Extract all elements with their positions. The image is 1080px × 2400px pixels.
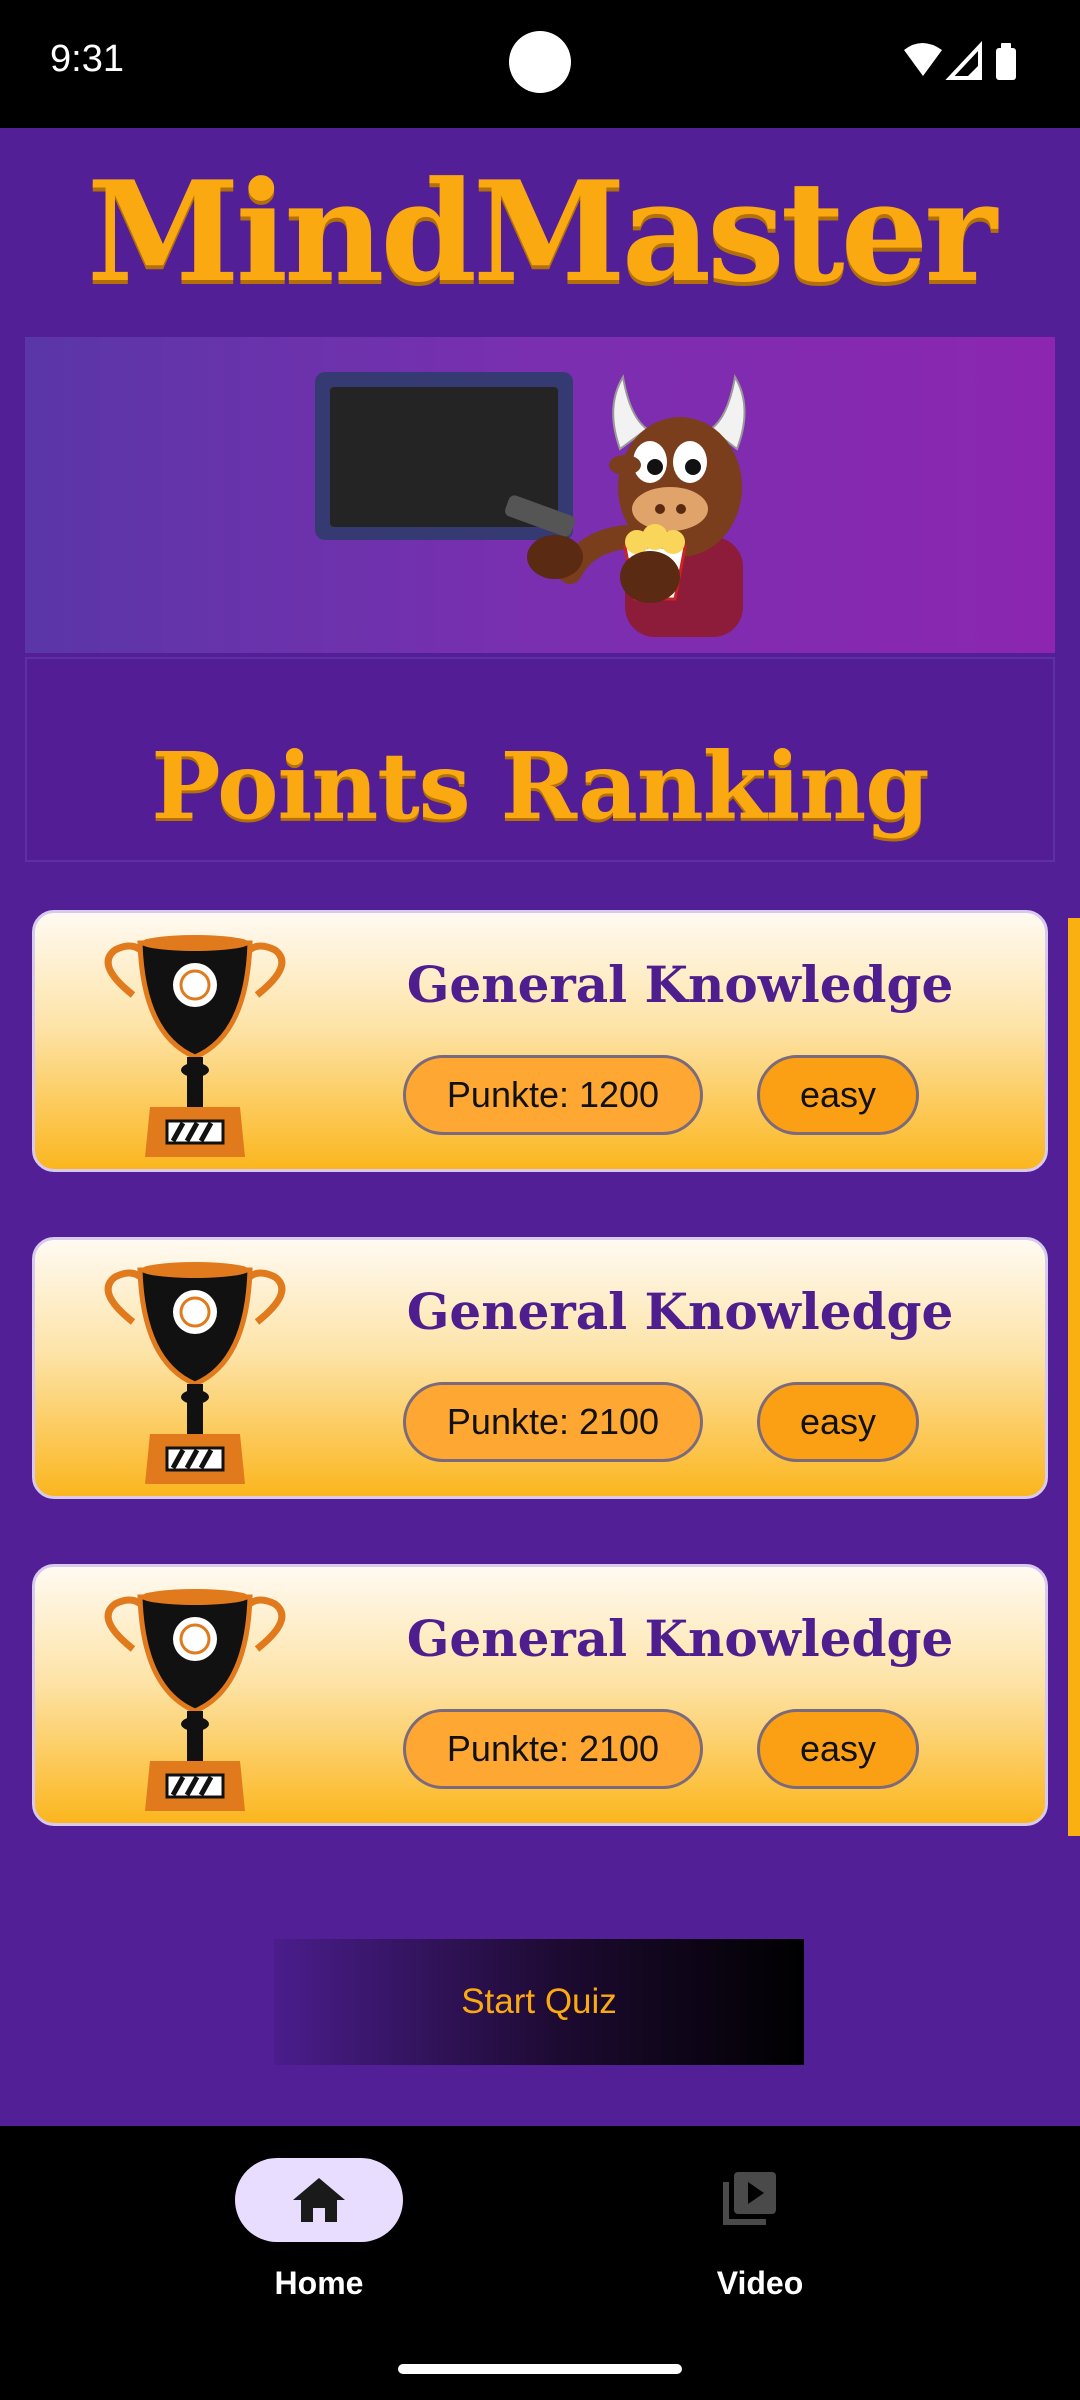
difficulty-badge: easy: [757, 1055, 919, 1135]
difficulty-badge: easy: [757, 1709, 919, 1789]
ranking-card[interactable]: General Knowledge Punkte: 2100 easy: [32, 1564, 1048, 1826]
nav-home-label[interactable]: Home: [169, 2265, 469, 2302]
points-badge: Punkte: 2100: [403, 1709, 703, 1789]
nav-item-home[interactable]: [235, 2158, 403, 2242]
wifi-icon: [904, 43, 942, 76]
trophy-icon: [104, 1262, 286, 1484]
card-title: General Knowledge: [406, 955, 954, 1014]
trophy-icon: [104, 1589, 286, 1811]
ranking-card[interactable]: General Knowledge Punkte: 1200 easy: [32, 910, 1048, 1172]
points-badge: Punkte: 1200: [403, 1055, 703, 1135]
banner-illustration: [25, 337, 1055, 653]
bottom-navigation: [0, 2126, 1080, 2400]
camera-cutout: [509, 31, 571, 93]
ranking-title: Points Ranking: [151, 732, 929, 840]
card-title: General Knowledge: [406, 1282, 954, 1341]
start-quiz-button[interactable]: Start Quiz: [274, 1939, 804, 2065]
scrollbar[interactable]: [1068, 918, 1080, 1836]
points-badge: Punkte: 2100: [403, 1382, 703, 1462]
difficulty-badge: easy: [757, 1382, 919, 1462]
gesture-handle[interactable]: [398, 2364, 682, 2374]
ranking-card[interactable]: General Knowledge Punkte: 2100 easy: [32, 1237, 1048, 1499]
card-title: General Knowledge: [406, 1609, 954, 1668]
status-time: 9:31: [50, 38, 124, 80]
video-library-icon[interactable]: [720, 2168, 800, 2232]
app-title: MindMaster: [86, 150, 997, 313]
battery-icon: [996, 43, 1016, 80]
trophy-icon: [104, 935, 286, 1157]
status-bar: 9:31: [0, 0, 1080, 128]
nav-video-label[interactable]: Video: [610, 2265, 910, 2302]
home-icon: [293, 2178, 345, 2222]
status-icons: [904, 40, 1016, 80]
